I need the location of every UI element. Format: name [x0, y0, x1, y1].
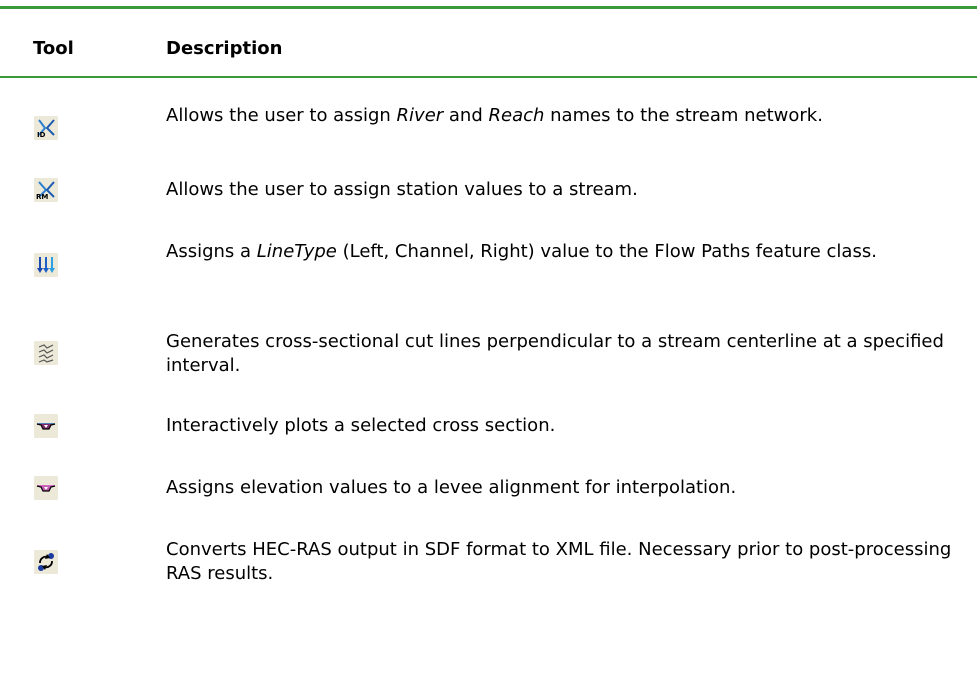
- tool-description: Interactively plots a selected cross sec…: [166, 415, 556, 436]
- column-header-description: Description: [166, 38, 283, 59]
- flow-path-arrows-icon[interactable]: [34, 253, 58, 277]
- desc-emphasis-reach: Reach: [488, 105, 545, 126]
- tool-description: Assigns elevation values to a levee alig…: [166, 477, 737, 498]
- tool-description: Allows the user to assign River and Reac…: [166, 104, 956, 128]
- top-rule: [0, 6, 977, 9]
- table-header: Tool Description: [0, 38, 977, 62]
- desc-text: Assigns a: [166, 241, 257, 262]
- tool-description: Converts HEC-RAS output in SDF format to…: [166, 539, 952, 584]
- desc-text: names to the stream network.: [544, 105, 823, 126]
- desc-text: and: [443, 105, 489, 126]
- plot-cross-section-icon[interactable]: [34, 414, 58, 438]
- desc-emphasis-river: River: [396, 105, 444, 126]
- river-station-rm-icon[interactable]: RM: [34, 178, 58, 202]
- tool-description: Allows the user to assign station values…: [166, 179, 638, 200]
- desc-emphasis-linetype: LineType: [256, 241, 337, 262]
- river-reach-id-icon[interactable]: ID: [34, 116, 58, 140]
- levee-elevation-icon[interactable]: [34, 476, 58, 500]
- sdf-to-xml-convert-icon[interactable]: [34, 550, 58, 574]
- tool-description: Assigns a LineType (Left, Channel, Right…: [166, 240, 956, 264]
- desc-text: (Left, Channel, Right) value to the Flow…: [336, 241, 877, 262]
- header-rule: [0, 76, 977, 78]
- xs-cutlines-icon[interactable]: [34, 341, 58, 365]
- tool-description: Generates cross-sectional cut lines perp…: [166, 331, 944, 376]
- desc-text: Allows the user to assign: [166, 105, 397, 126]
- column-header-tool: Tool: [33, 38, 74, 59]
- svg-text:RM: RM: [36, 193, 48, 200]
- svg-text:ID: ID: [37, 131, 46, 138]
